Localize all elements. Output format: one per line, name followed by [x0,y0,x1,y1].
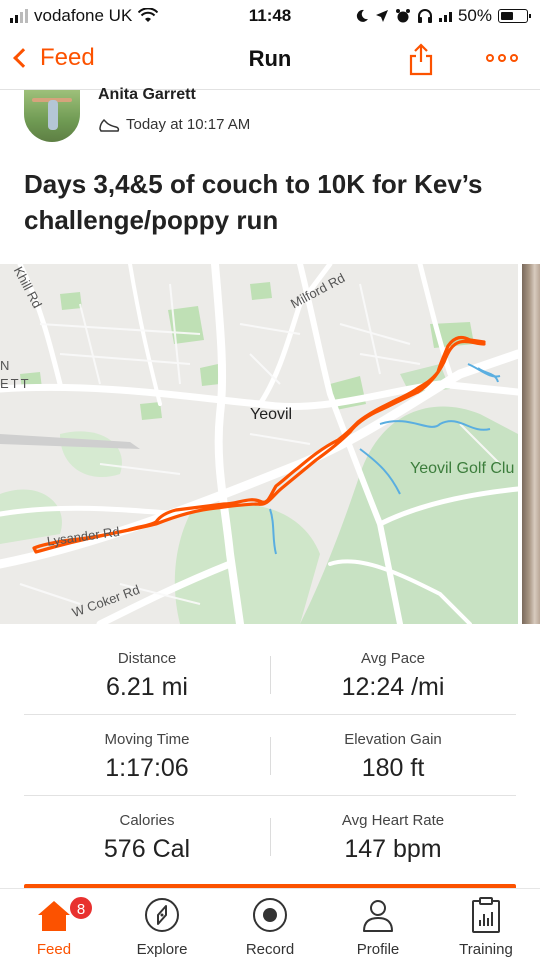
stat-row: Calories 576 Cal Avg Heart Rate 147 bpm [24,796,516,877]
tab-feed[interactable]: 8 Feed [0,889,108,961]
map-label-town: Yeovil [250,406,293,423]
moon-icon [356,9,368,22]
stat-label: Avg Heart Rate [341,812,445,829]
compass-icon [145,898,179,932]
training-chart-icon [472,897,500,933]
stat-value: 180 ft [361,754,425,782]
tab-label: Training [459,941,513,958]
stat-distance: Distance 6.21 mi [24,634,270,702]
tab-training[interactable]: Training [432,889,540,961]
stat-label: Avg Pace [361,650,425,667]
more-options-icon[interactable] [486,54,518,62]
route-map[interactable]: Yeovil Yeovil Golf Clu Milford Rd W Coke… [0,264,518,624]
notification-badge: 8 [68,895,94,921]
map-label-golf: Yeovil Golf Clu [410,460,515,477]
next-photo-peek[interactable] [522,264,540,624]
nav-bar: Feed Run [0,34,540,90]
status-right: 50% [355,6,531,26]
running-shoe-icon [99,118,120,132]
home-icon [38,901,70,931]
battery-percent: 50% [457,6,492,25]
tab-label: Feed [36,941,72,958]
record-icon [253,898,287,932]
map-background [0,264,518,624]
stat-calories: Calories 576 Cal [24,796,270,864]
stat-row: Distance 6.21 mi Avg Pace 12:24 /mi [24,634,516,715]
status-bar: vodafone UK 11:48 50% [0,0,540,34]
stat-label: Distance [117,650,177,667]
stat-row: Moving Time 1:17:06 Elevation Gain 180 f… [24,715,516,796]
stat-value: 6.21 mi [106,673,188,701]
battery-icon [498,9,531,23]
stat-value: 576 Cal [103,835,191,863]
stat-value: 147 bpm [344,835,442,863]
tab-bar: 8 Feed Explore Record Profile Training [0,888,540,960]
tab-record[interactable]: Record [216,889,324,961]
stat-avg-heart-rate: Avg Heart Rate 147 bpm [270,796,516,864]
map-label-left-top: N [0,358,12,373]
alarm-icon [395,9,410,23]
secondary-signal-icon [438,10,452,22]
tab-profile[interactable]: Profile [324,889,432,961]
share-icon[interactable] [408,42,434,76]
stat-label: Calories [119,812,175,829]
stat-avg-pace: Avg Pace 12:24 /mi [270,634,516,702]
stat-elevation-gain: Elevation Gain 180 ft [270,715,516,783]
activity-title: Days 3,4&5 of couch to 10K for Kev’s cha… [24,169,483,235]
avatar[interactable] [24,90,80,142]
headphones-icon [417,9,432,23]
tab-label: Explore [136,941,188,958]
stat-value: 1:17:06 [105,754,189,782]
activity-timestamp: Today at 10:17 AM [98,116,250,133]
author-name[interactable]: Anita Garrett [98,86,196,104]
tab-label: Profile [356,941,400,958]
stat-value: 12:24 /mi [341,673,445,701]
location-arrow-icon [375,10,388,22]
author-header: Anita Garrett Today at 10:17 AM [0,86,540,150]
stat-label: Elevation Gain [344,731,442,748]
tab-explore[interactable]: Explore [108,889,216,961]
activity-stats: Distance 6.21 mi Avg Pace 12:24 /mi Movi… [24,634,516,877]
stat-label: Moving Time [104,731,190,748]
tab-label: Record [245,941,295,958]
stat-moving-time: Moving Time 1:17:06 [24,715,270,783]
person-icon [363,900,393,932]
map-label-left-bottom: ETT [0,376,31,391]
page-title: Run [248,46,292,71]
timestamp-text: Today at 10:17 AM [126,116,251,133]
